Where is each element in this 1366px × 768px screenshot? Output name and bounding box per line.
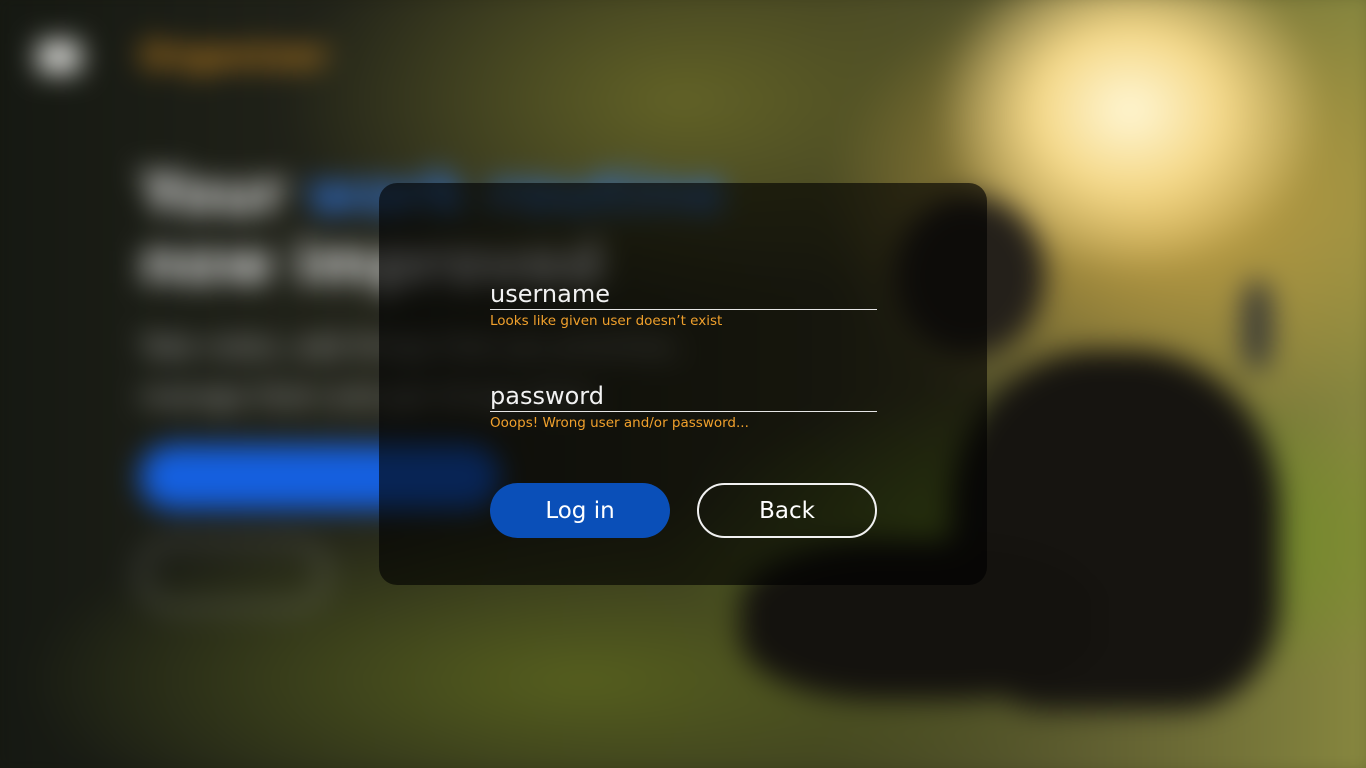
login-modal: Looks like given user doesn’t exist Ooop… [379,183,987,585]
password-field-group: Ooops! Wrong user and/or password... [490,380,877,431]
username-field-group: Looks like given user doesn’t exist [490,278,877,329]
background-distant-figure [1242,280,1272,370]
brand-name: Organizer [140,36,328,76]
back-button[interactable]: Back [697,483,877,538]
brand-name-prefix: Organi [140,36,269,76]
login-button[interactable]: Log in [490,483,670,538]
background-login-button [140,540,326,608]
password-error-message: Ooops! Wrong user and/or password... [490,415,749,431]
username-error-message: Looks like given user doesn’t exist [490,313,723,329]
brand-logo-icon [38,42,80,72]
brand-name-accent: zer [268,36,329,76]
hero-headline-start: Your [140,159,307,227]
page: Organizer Your work routine now improved… [0,0,1366,768]
password-input[interactable] [490,380,877,412]
username-input[interactable] [490,278,877,310]
